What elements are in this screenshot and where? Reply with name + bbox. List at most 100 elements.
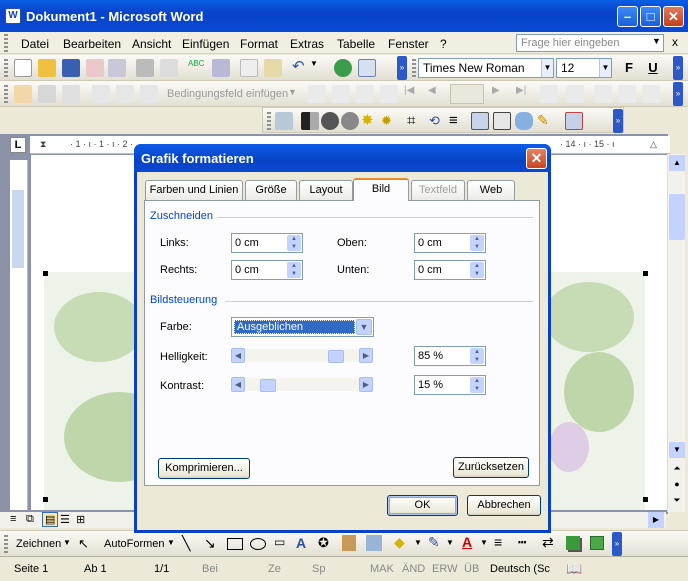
vertical-scrollbar[interactable]: ▲ ▼ ⏶ ● ⏷ <box>667 154 685 512</box>
set-transparent-color-icon[interactable]: ✎ <box>537 112 555 130</box>
outline-view-icon[interactable]: ☰ <box>60 513 70 526</box>
compress-pictures-icon[interactable] <box>471 112 489 130</box>
find-entry-icon[interactable] <box>540 85 558 103</box>
word-field-dropdown-icon[interactable]: ▼ <box>288 87 297 97</box>
insert-word-field-dropdown[interactable]: Bedingungsfeld einfügen <box>167 88 288 100</box>
menu-grip[interactable] <box>4 34 8 52</box>
picture-more-icon[interactable]: » <box>613 109 623 133</box>
crop-icon[interactable]: ⌗ <box>407 112 425 130</box>
vertical-ruler[interactable] <box>10 160 28 510</box>
font-color-icon[interactable]: A <box>462 534 472 550</box>
match-fields-icon[interactable] <box>356 85 374 103</box>
shadow-style-icon[interactable] <box>566 536 580 550</box>
more-brightness-icon[interactable]: ✸ <box>361 112 379 130</box>
crop-bottom-spinner[interactable]: 0 cm ▲ ▼ <box>414 260 486 280</box>
fill-dropdown-icon[interactable]: ▼ <box>414 538 422 547</box>
print-layout-icon[interactable]: ▤ <box>42 512 59 527</box>
spinner-arrows-icon[interactable]: ▲ ▼ <box>470 377 484 393</box>
select-objects-icon[interactable]: ↖ <box>78 536 89 552</box>
previous-record-icon[interactable]: ◀ <box>428 85 446 103</box>
print-preview-icon[interactable] <box>160 59 178 77</box>
hyperlink-icon[interactable] <box>334 59 352 77</box>
dash-style-icon[interactable]: ┅ <box>518 534 526 551</box>
dialog-close-button[interactable]: ✕ <box>526 148 547 169</box>
compress-button[interactable]: Komprimieren... <box>158 458 250 479</box>
contrast-spinner[interactable]: 15 % ▲ ▼ <box>414 375 486 395</box>
menu-extras[interactable]: Extras <box>290 37 324 51</box>
maximize-button[interactable]: □ <box>640 6 661 27</box>
tab-picture[interactable]: Bild <box>353 178 409 201</box>
arrow-icon[interactable]: ↘ <box>204 535 216 552</box>
first-record-icon[interactable]: |◀ <box>404 85 422 103</box>
email-icon[interactable] <box>108 59 126 77</box>
autoshapes-dropdown-icon[interactable]: ▼ <box>167 538 175 547</box>
spinner-arrows-icon[interactable]: ▲ ▼ <box>470 235 484 251</box>
spelling-icon[interactable]: ABC <box>188 59 206 77</box>
right-indent-marker-icon[interactable]: △ <box>650 139 657 150</box>
color-icon[interactable] <box>301 112 319 130</box>
minimize-button[interactable]: – <box>617 6 638 27</box>
menu-datei[interactable]: Datei <box>21 37 49 51</box>
research-icon[interactable] <box>212 59 230 77</box>
menu-einfuegen[interactable]: Einfügen <box>182 37 229 51</box>
less-brightness-icon[interactable]: ✹ <box>381 112 399 130</box>
scroll-right-icon[interactable]: ▶ <box>648 512 664 528</box>
merge-to-email-icon[interactable] <box>642 85 660 103</box>
open-datasource-icon[interactable] <box>38 85 56 103</box>
next-record-icon[interactable]: ▶ <box>492 85 510 103</box>
diagram-icon[interactable]: ✪ <box>318 535 329 551</box>
view-merged-data-icon[interactable] <box>308 85 326 103</box>
tab-selector-button[interactable]: L <box>10 137 26 153</box>
table-icon[interactable] <box>358 59 376 77</box>
open-folder-icon[interactable] <box>38 59 56 77</box>
help-search-input[interactable]: Frage hier eingeben <box>516 34 664 52</box>
contrast-slider[interactable]: ◀ ▶ <box>231 377 373 393</box>
line-icon[interactable]: ╲ <box>182 535 190 552</box>
menu-format[interactable]: Format <box>240 37 278 51</box>
crop-top-spinner[interactable]: 0 cm ▲ ▼ <box>414 233 486 253</box>
tab-colors-lines[interactable]: Farben und Linien <box>145 180 243 200</box>
mailmerge-more-icon[interactable]: » <box>673 82 683 106</box>
reading-view-icon[interactable]: ⊞ <box>76 513 85 526</box>
spinner-arrows-icon[interactable]: ▲ ▼ <box>470 262 484 278</box>
doc-close-icon[interactable]: x <box>672 35 678 49</box>
spinner-arrows-icon[interactable]: ▲ ▼ <box>287 262 301 278</box>
previous-page-icon[interactable]: ⏶ <box>669 460 685 476</box>
picture-toolbar-grip[interactable] <box>267 112 271 130</box>
rotate-icon[interactable]: ⟲ <box>429 112 447 130</box>
less-contrast-icon[interactable] <box>341 112 359 130</box>
menu-tabelle[interactable]: Tabelle <box>337 37 375 51</box>
font-name-combo[interactable]: Times New Roman ▼ <box>418 58 554 78</box>
font-color-dropdown-icon[interactable]: ▼ <box>480 538 488 547</box>
brightness-spinner[interactable]: 85 % ▲ ▼ <box>414 346 486 366</box>
font-size-combo[interactable]: 12 ▼ <box>556 58 612 78</box>
format-picture-icon[interactable] <box>515 112 533 130</box>
spinner-arrows-icon[interactable]: ▲ ▼ <box>287 235 301 251</box>
slider-right-icon[interactable]: ▶ <box>359 348 373 363</box>
slider-right-icon[interactable]: ▶ <box>359 377 373 392</box>
indent-marker-icon[interactable]: ⧗ <box>40 139 46 150</box>
line-color-icon[interactable]: ✎ <box>428 534 440 551</box>
textbox-icon[interactable]: ▭ <box>274 535 285 549</box>
status-mak[interactable]: MAK <box>370 563 394 575</box>
mailmerge-grip[interactable] <box>4 85 8 103</box>
fill-color-icon[interactable]: ◆ <box>394 534 405 551</box>
merge-to-new-icon[interactable] <box>594 85 612 103</box>
spinner-arrows-icon[interactable]: ▲ ▼ <box>470 348 484 364</box>
close-button[interactable]: ✕ <box>663 6 684 27</box>
clipart-icon[interactable] <box>342 535 356 551</box>
tab-web[interactable]: Web <box>467 180 515 200</box>
reset-picture-icon[interactable] <box>565 112 583 130</box>
text-wrapping-icon[interactable] <box>493 112 511 130</box>
check-errors-icon[interactable] <box>566 85 584 103</box>
main-document-icon[interactable] <box>14 85 32 103</box>
status-ub[interactable]: ÜB <box>464 563 479 575</box>
draw-menu-button[interactable]: Zeichnen <box>16 538 61 550</box>
arrow-style-icon[interactable]: ⇄ <box>542 534 554 551</box>
dialog-title-bar[interactable]: Grafik formatieren ✕ <box>134 144 551 172</box>
brightness-slider[interactable]: ◀ ▶ <box>231 348 373 364</box>
picture-resize-handle[interactable] <box>43 271 48 276</box>
crop-left-spinner[interactable]: 0 cm ▲ ▼ <box>231 233 303 253</box>
scroll-down-icon[interactable]: ▼ <box>669 442 685 458</box>
brightness-thumb[interactable] <box>328 350 344 363</box>
